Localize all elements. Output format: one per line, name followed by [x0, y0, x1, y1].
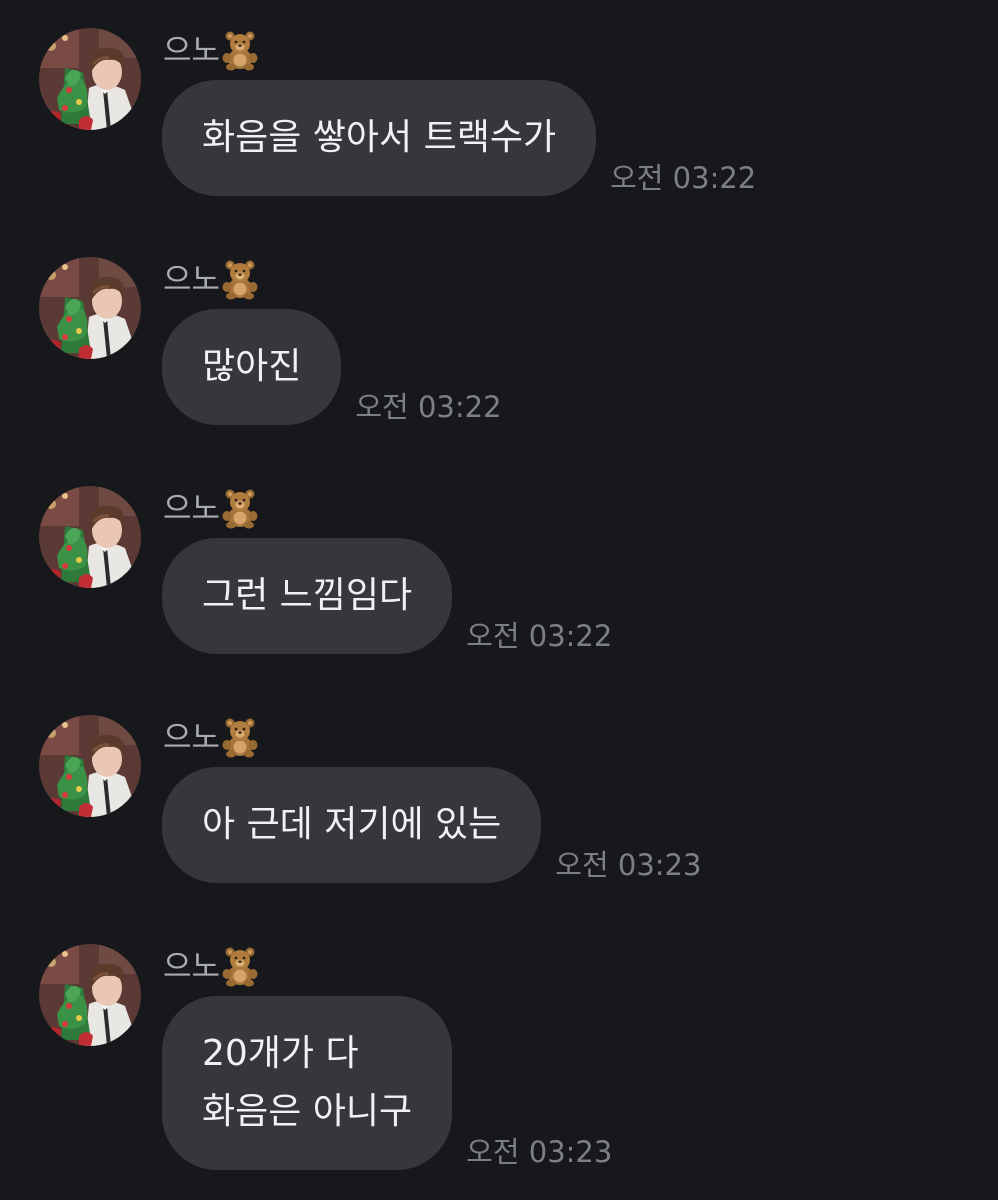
- message-row: 20개가 다 화음은 아니구 오전 03:23: [162, 996, 612, 1170]
- bear-icon: [220, 31, 264, 71]
- avatar[interactable]: [39, 257, 141, 359]
- message-bubble[interactable]: 많아진: [162, 309, 342, 425]
- chat-message-list[interactable]: 으노 화음을 쌓아서 트랙수가 오전 03:22 으노 많아진 오전 03:22…: [0, 0, 998, 1200]
- avatar[interactable]: [39, 715, 141, 817]
- message-row: 아 근데 저기에 있는 오전 03:23: [162, 767, 701, 883]
- sender-name: 으노: [163, 720, 221, 756]
- message-time: 오전 03:22: [610, 161, 757, 195]
- bear-icon: [220, 489, 264, 529]
- sender-name: 으노: [163, 949, 221, 985]
- avatar[interactable]: [39, 944, 141, 1046]
- message-time: 오전 03:22: [466, 619, 613, 653]
- bear-icon: [220, 718, 264, 758]
- sender-label: 으노: [163, 260, 264, 300]
- sender-label: 으노: [163, 947, 264, 987]
- message-row: 그런 느낌임다 오전 03:22: [162, 538, 612, 654]
- message-bubble[interactable]: 화음을 쌓아서 트랙수가: [162, 80, 597, 196]
- sender-label: 으노: [163, 718, 264, 758]
- sender-label: 으노: [163, 31, 264, 71]
- message-time: 오전 03:22: [355, 390, 502, 424]
- bear-icon: [220, 260, 264, 300]
- message-row: 많아진 오전 03:22: [162, 309, 502, 425]
- message-row: 화음을 쌓아서 트랙수가 오전 03:22: [162, 80, 756, 196]
- sender-name: 으노: [163, 33, 221, 69]
- avatar[interactable]: [39, 486, 141, 588]
- bear-icon: [220, 947, 264, 987]
- message-bubble[interactable]: 아 근데 저기에 있는: [162, 767, 542, 883]
- avatar[interactable]: [39, 28, 141, 130]
- sender-name: 으노: [163, 491, 221, 527]
- message-time: 오전 03:23: [466, 1135, 613, 1169]
- message-bubble[interactable]: 20개가 다 화음은 아니구: [162, 996, 453, 1170]
- sender-label: 으노: [163, 489, 264, 529]
- message-time: 오전 03:23: [555, 848, 702, 882]
- sender-name: 으노: [163, 262, 221, 298]
- message-bubble[interactable]: 그런 느낌임다: [162, 538, 453, 654]
